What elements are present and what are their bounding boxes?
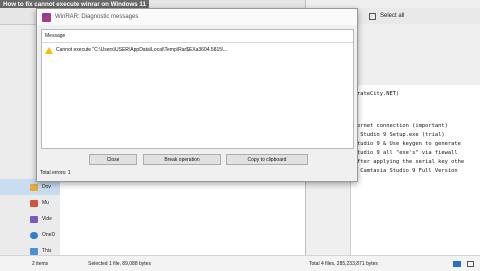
nav-item-label: Vide xyxy=(42,216,52,222)
button-label: Copy to clipboard xyxy=(247,156,287,163)
message-text: Cannot execute "C:\Users\USER\AppData\Lo… xyxy=(56,47,228,53)
total-errors-label: Total errors: 1 xyxy=(40,170,71,176)
message-row[interactable]: Cannot execute "C:\Users\USER\AppData\Lo… xyxy=(45,45,228,55)
dialog-titlebar[interactable]: WinRAR: Diagnostic messages xyxy=(37,9,357,25)
close-button[interactable]: Close xyxy=(89,154,137,165)
nav-item-label: Mu xyxy=(42,200,49,206)
total-files-info: Total 4 files, 285,233,871 bytes xyxy=(309,260,378,267)
copy-to-clipboard-button[interactable]: Copy to clipboard xyxy=(226,154,308,165)
text-line: Camtasia Studio 9 Full Version xyxy=(357,168,458,174)
nav-item-label: Dov xyxy=(42,184,51,190)
navigation-pane: Dov Mu Vide OneD This xyxy=(0,175,61,255)
button-label: Break operation xyxy=(164,156,200,163)
nav-item-label: OneD xyxy=(42,232,56,238)
tiles-view-icon[interactable] xyxy=(467,260,474,267)
warning-icon xyxy=(45,46,53,54)
computer-icon xyxy=(30,247,38,255)
cloud-icon xyxy=(30,231,38,239)
file-list-area xyxy=(60,175,305,255)
status-bar-right: Total 4 files, 285,233,871 bytes xyxy=(305,255,480,271)
nav-item-label: This xyxy=(42,248,52,254)
status-bar-left: 2 items Selected 1 file, 89,088 bytes xyxy=(0,255,305,271)
video-title-overlay: How to fix cannot execute winrar on Wind… xyxy=(0,0,149,8)
column-header-label: Message xyxy=(45,33,66,39)
notepad-text-area[interactable]: rateCity.NET) ernet connection (importan… xyxy=(350,85,480,255)
nav-item-videos[interactable]: Vide xyxy=(0,211,60,227)
button-label: Close xyxy=(106,156,120,163)
select-all-button[interactable]: Select all xyxy=(380,13,404,19)
music-icon xyxy=(30,199,38,207)
message-list[interactable]: Message Cannot execute "C:\Users\USER\Ap… xyxy=(41,29,354,149)
text-line: Studio 9 Setup.exe (trial) xyxy=(357,132,445,138)
text-line: rateCity.NET) xyxy=(357,91,400,97)
dialog-title: WinRAR: Diagnostic messages xyxy=(55,14,139,20)
folder-icon xyxy=(30,183,38,191)
nav-item-music[interactable]: Mu xyxy=(0,195,60,211)
winrar-icon xyxy=(42,12,51,22)
details-view-icon[interactable] xyxy=(453,260,461,267)
video-icon xyxy=(30,215,38,223)
text-line: fter applying the serial key othe xyxy=(357,159,465,165)
selected-info: Selected 1 file, 89,088 bytes xyxy=(88,260,151,267)
checkbox-icon xyxy=(369,12,376,20)
message-column-header[interactable]: Message xyxy=(42,30,353,43)
text-line: tudio 9 all "exe's" via fiewall xyxy=(357,150,458,156)
nav-item-onedrive[interactable]: OneD xyxy=(0,227,60,243)
winrar-diagnostic-dialog: WinRAR: Diagnostic messages Message Cann… xyxy=(36,8,358,182)
text-line: tudio 9 & Use keygen to generate xyxy=(357,141,461,147)
text-line: ernet connection (important) xyxy=(357,123,448,129)
break-operation-button[interactable]: Break operation xyxy=(143,154,221,165)
items-count: 2 items xyxy=(32,260,49,267)
